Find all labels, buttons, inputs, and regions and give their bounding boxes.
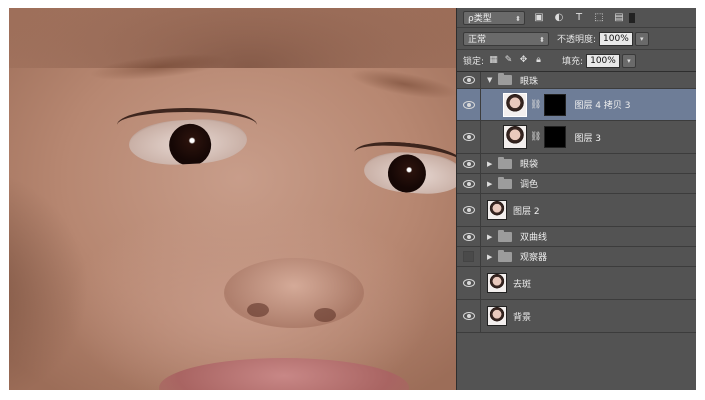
cheek-shadow: [9, 168, 89, 390]
chevron-right-icon[interactable]: ▶: [487, 180, 495, 188]
visibility-toggle[interactable]: [457, 267, 481, 299]
lock-transparent-icon[interactable]: ▦: [488, 55, 499, 66]
type-filter-icon[interactable]: T: [573, 12, 585, 24]
eye-icon: [462, 179, 475, 188]
visibility-toggle[interactable]: [457, 121, 481, 153]
blend-mode-label: 正常: [468, 34, 487, 45]
left-nostril: [247, 303, 269, 317]
layer-row[interactable]: 图层 2: [457, 194, 696, 227]
folder-icon: [498, 176, 512, 189]
chevron-down-icon[interactable]: ▾: [634, 31, 649, 46]
layers-panel: ρ类型 ⬍ ▣ ◐ T ⬚ ▤ 正常 ⬍ 不透明度: 100% ▾ 锁定: ▦ …: [456, 8, 696, 390]
lock-brush-icon[interactable]: ✎: [503, 55, 514, 66]
layer-name: 调色: [520, 180, 539, 190]
eye-icon: [462, 159, 475, 168]
visibility-toggle[interactable]: [457, 300, 481, 332]
eye-icon: [462, 100, 475, 109]
blend-mode-dropdown[interactable]: 正常 ⬍: [463, 31, 549, 46]
layer-row[interactable]: ⛓ 图层 3: [457, 121, 696, 154]
blend-options-bar: 正常 ⬍ 不透明度: 100% ▾: [457, 28, 696, 50]
stepper-icon: ⬍: [515, 14, 521, 23]
layer-name: 眼珠: [520, 76, 539, 87]
layer-filter-bar: ρ类型 ⬍ ▣ ◐ T ⬚ ▤: [457, 8, 696, 28]
folder-icon: [498, 156, 512, 169]
layer-name: 眼袋: [520, 160, 539, 170]
folder-icon: [498, 73, 512, 85]
layer-row-group-eyeball[interactable]: ▼ 眼珠: [457, 72, 696, 89]
chevron-down-icon[interactable]: ▾: [621, 53, 636, 68]
hidden-visibility-icon: [463, 251, 474, 262]
right-eye: [362, 149, 456, 197]
layer-name: 去斑: [513, 279, 532, 290]
right-iris: [386, 153, 428, 194]
layer-name: 双曲线: [520, 233, 548, 243]
lock-position-icon[interactable]: ✥: [518, 55, 529, 66]
lips: [159, 358, 409, 390]
image-filter-icon[interactable]: ▣: [533, 12, 545, 24]
layer-list: ▼ 眼珠 ⛓ 图层 4 拷贝 3 ⛓ 图层 3 ▶ 眼袋 ▶ 调色 图层 2 ▶…: [457, 72, 696, 390]
layer-name: 背景: [513, 312, 532, 323]
chevron-down-icon[interactable]: ▼: [487, 76, 495, 84]
layer-name: 图层 4 拷贝 3: [574, 101, 631, 111]
visibility-toggle[interactable]: [457, 154, 481, 173]
layer-mask-thumbnail[interactable]: [544, 126, 567, 148]
layer-row-group[interactable]: ▶ 调色: [457, 174, 696, 194]
eye-icon: [462, 232, 475, 241]
layer-row[interactable]: 去斑: [457, 267, 696, 300]
eye-icon: [462, 279, 475, 287]
nose: [224, 258, 364, 328]
shape-filter-icon[interactable]: ⬚: [593, 12, 605, 24]
stepper-icon: ⬍: [539, 35, 545, 44]
layer-thumbnail[interactable]: [487, 200, 507, 220]
smart-object-filter-icon[interactable]: ▤: [613, 12, 625, 24]
chevron-right-icon[interactable]: ▶: [487, 253, 495, 261]
fill-input[interactable]: 100%: [586, 53, 620, 68]
opacity-input[interactable]: 100%: [599, 31, 633, 46]
eye-icon: [462, 76, 475, 84]
visibility-toggle[interactable]: [457, 72, 481, 88]
layer-row-background[interactable]: 背景: [457, 300, 696, 333]
hair-region: [9, 8, 456, 68]
right-eyebrow: [347, 63, 456, 105]
fill-label: 填充:: [562, 57, 584, 67]
right-nostril: [314, 308, 336, 322]
visibility-toggle[interactable]: [457, 194, 481, 226]
chevron-right-icon[interactable]: ▶: [487, 160, 495, 168]
opacity-label: 不透明度:: [557, 35, 597, 45]
image-canvas[interactable]: [9, 8, 456, 390]
folder-icon: [498, 249, 512, 262]
filter-kind-dropdown[interactable]: ρ类型 ⬍: [463, 10, 525, 25]
eye-icon: [462, 133, 475, 141]
layer-mask-thumbnail[interactable]: [544, 93, 567, 116]
lock-label: 锁定:: [463, 57, 485, 67]
visibility-toggle[interactable]: [457, 89, 481, 120]
layer-thumbnail[interactable]: [487, 273, 507, 293]
layer-name: 图层 2: [513, 206, 540, 217]
chevron-right-icon[interactable]: ▶: [487, 233, 495, 241]
layer-thumbnail[interactable]: [487, 306, 507, 326]
layer-row-group[interactable]: ▶ 眼袋: [457, 154, 696, 174]
eye-icon: [462, 206, 475, 214]
layer-name: 观察器: [520, 253, 548, 263]
left-iris: [168, 122, 213, 167]
link-icon[interactable]: ⛓: [530, 132, 541, 142]
visibility-toggle[interactable]: [457, 227, 481, 246]
layer-name: 图层 3: [574, 133, 602, 144]
link-icon[interactable]: ⛓: [530, 100, 541, 110]
filter-toggle-icon[interactable]: [629, 12, 635, 23]
layer-row-group[interactable]: ▶ 双曲线: [457, 227, 696, 247]
layer-thumbnail[interactable]: [503, 92, 527, 117]
adjustment-filter-icon[interactable]: ◐: [553, 12, 565, 24]
filter-kind-label: ρ类型: [468, 13, 492, 24]
lock-options-bar: 锁定: ▦ ✎ ✥ 🔒︎ 填充: 100% ▾: [457, 50, 696, 72]
photoshop-window: ρ类型 ⬍ ▣ ◐ T ⬚ ▤ 正常 ⬍ 不透明度: 100% ▾ 锁定: ▦ …: [9, 8, 696, 390]
folder-icon: [498, 229, 512, 242]
lock-all-icon[interactable]: 🔒︎: [533, 55, 544, 66]
visibility-toggle[interactable]: [457, 174, 481, 193]
layer-row-group-hidden[interactable]: ▶ 观察器: [457, 247, 696, 267]
layer-row-selected[interactable]: ⛓ 图层 4 拷贝 3: [457, 89, 696, 121]
eye-icon: [462, 312, 475, 320]
layer-thumbnail[interactable]: [503, 125, 527, 149]
visibility-toggle[interactable]: [457, 247, 481, 266]
